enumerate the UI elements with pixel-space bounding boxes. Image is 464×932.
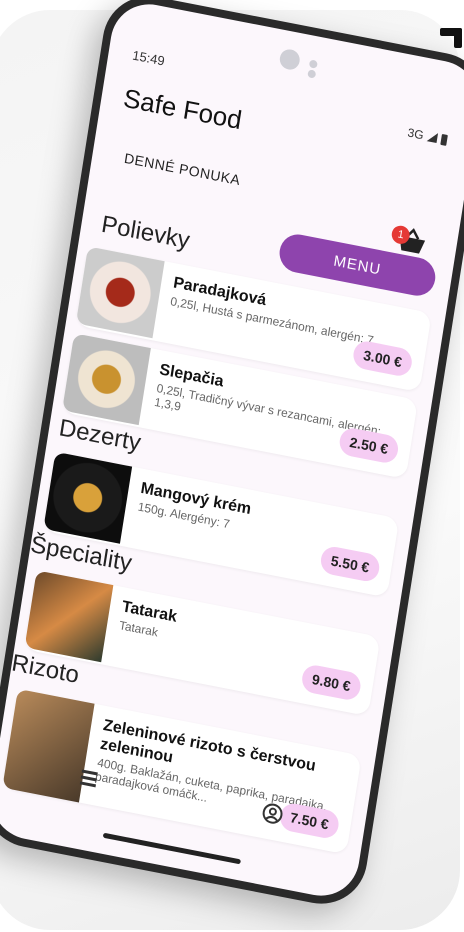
menu-item-card[interactable]: Tatarak Tatarak 9.80 € (24, 570, 381, 717)
account-icon (262, 802, 283, 824)
corner-logo-mark (436, 28, 462, 50)
status-time: 15:49 (131, 47, 166, 69)
nav-menu-button[interactable] (75, 764, 101, 795)
app-title: Safe Food (121, 82, 244, 136)
food-image (75, 246, 165, 339)
page-subtitle: DENNÉ PONUKA (123, 149, 242, 189)
sensor-dot (307, 69, 317, 79)
home-indicator[interactable] (102, 832, 242, 865)
nav-account-button[interactable] (259, 800, 285, 831)
network-label: 3G (406, 125, 425, 143)
status-indicators: 3G (407, 125, 448, 146)
section-title-soups: Polievky (99, 210, 192, 255)
list-icon (79, 768, 98, 787)
menu-item-card[interactable]: Mangový krém 150g. Alergény: 7 5.50 € (42, 451, 400, 598)
signal-icon (426, 131, 439, 144)
food-image (43, 451, 133, 544)
battery-icon (440, 133, 448, 146)
food-image (24, 570, 114, 663)
sensor-dot (308, 59, 318, 69)
food-image (62, 333, 151, 426)
camera-icon (278, 47, 302, 72)
